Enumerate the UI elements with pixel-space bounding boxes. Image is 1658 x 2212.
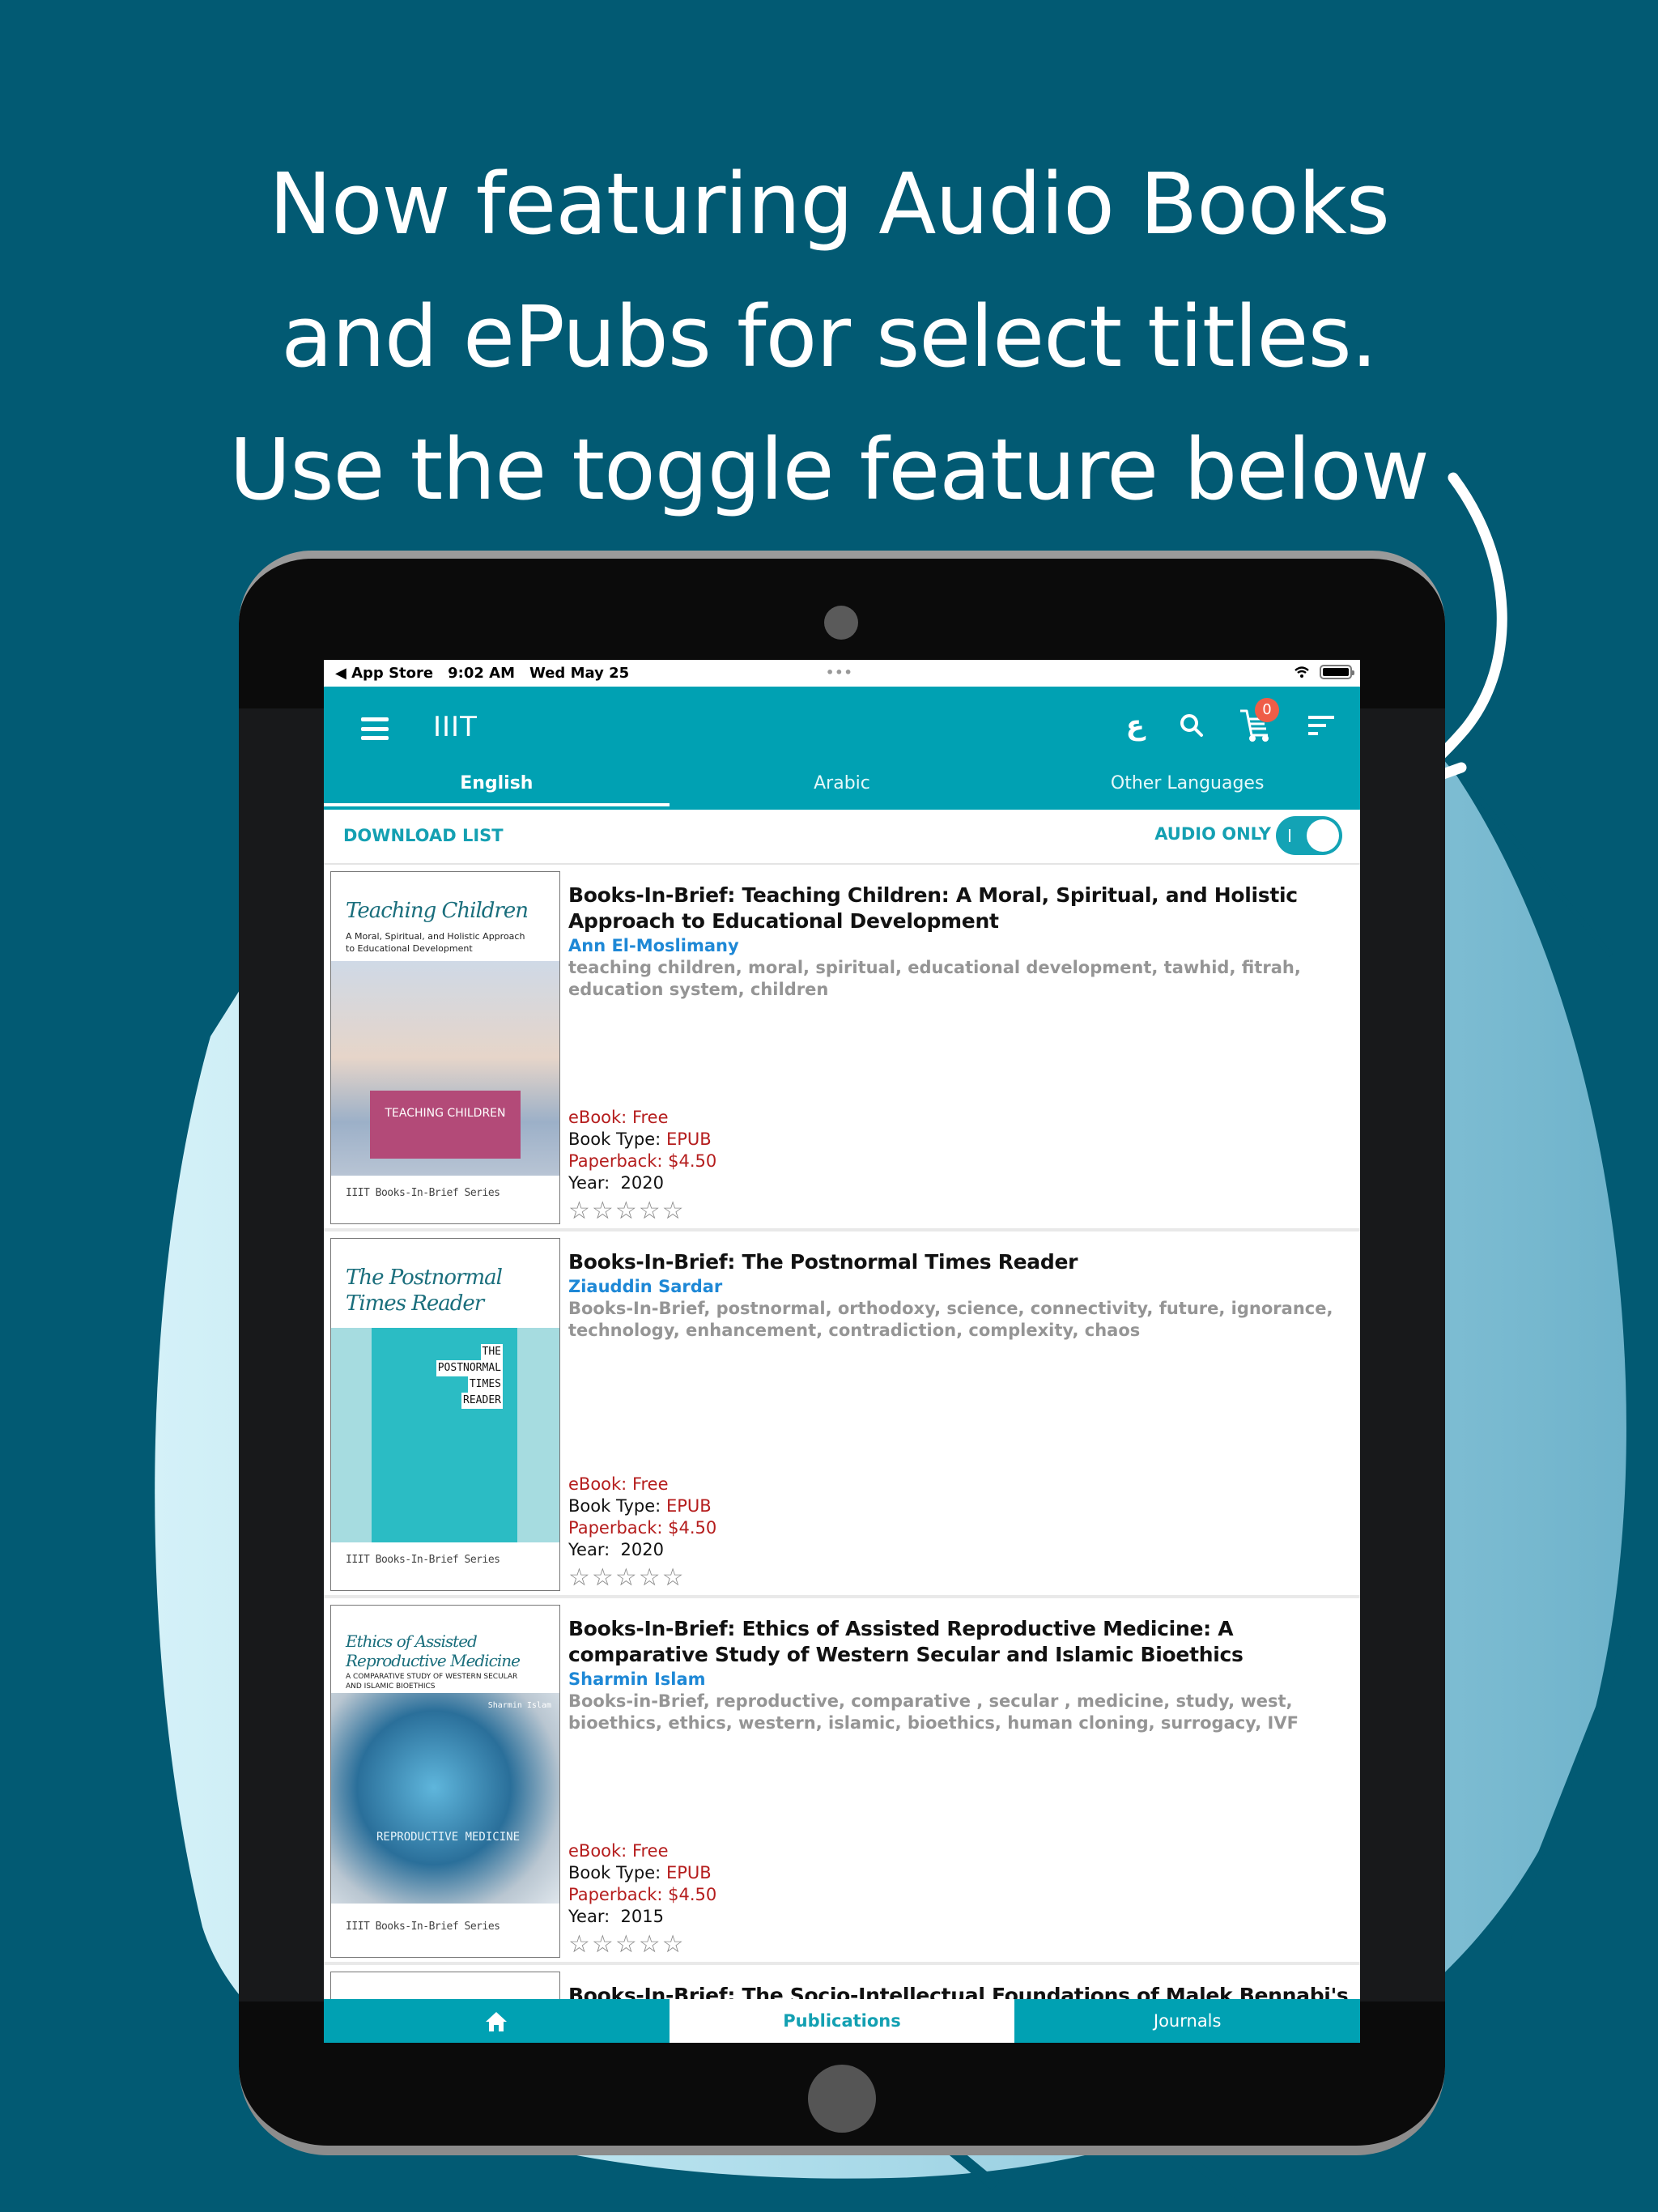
cover-title: Ethics of Assisted Reproductive Medicine <box>346 1631 521 1670</box>
status-date: Wed May 25 <box>529 665 630 682</box>
book-author[interactable]: Sharmin Islam <box>568 1668 1347 1691</box>
audio-only-label: AUDIO ONLY <box>1154 824 1271 844</box>
book-cover[interactable]: The Postnormal Times Reader THE POSTNORM… <box>330 1238 560 1591</box>
app-title: IIIT <box>433 711 478 743</box>
cover-series: IIIT Books-In-Brief Series <box>346 1554 500 1566</box>
book-type: Book Type: EPUB <box>568 1496 712 1516</box>
camera-icon <box>824 606 858 640</box>
list-actions-bar: DOWNLOAD LIST AUDIO ONLY <box>324 810 1360 865</box>
book-type: Book Type: EPUB <box>568 1129 712 1149</box>
cover-photo: TEACHING CHILDREN <box>331 961 559 1176</box>
star-icon[interactable]: ☆ <box>615 1566 637 1590</box>
paperback-price: Paperback: $4.50 <box>568 1151 717 1171</box>
nav-journals[interactable]: Journals <box>1014 1999 1360 2043</box>
book-title[interactable]: Books-In-Brief: Ethics of Assisted Repro… <box>568 1616 1347 1668</box>
star-icon[interactable]: ☆ <box>568 1933 590 1957</box>
tab-english[interactable]: English <box>324 764 670 810</box>
cover-photo: Sharmin Islam REPRODUCTIVE MEDICINE <box>331 1693 559 1904</box>
star-icon[interactable]: ☆ <box>568 1199 590 1223</box>
status-time: 9:02 AM <box>448 665 515 682</box>
battery-icon <box>1320 665 1354 679</box>
cover-art: THE POSTNORMAL TIMES READER <box>331 1328 559 1542</box>
book-tags: teaching children, moral, spiritual, edu… <box>568 958 1301 999</box>
star-rating[interactable]: ☆ ☆ ☆ ☆ ☆ <box>568 1199 716 1223</box>
wifi-icon <box>1295 666 1309 678</box>
paperback-price: Paperback: $4.50 <box>568 1518 717 1538</box>
headline-line-1: Now featuring Audio Books <box>269 155 1390 253</box>
nav-publications[interactable]: Publications <box>669 1999 1015 2043</box>
star-rating[interactable]: ☆ ☆ ☆ ☆ ☆ <box>568 1566 716 1590</box>
bottom-navigation: Publications Journals <box>324 1999 1360 2043</box>
star-icon[interactable]: ☆ <box>639 1199 661 1223</box>
cover-title: The Postnormal Times Reader <box>346 1266 503 1316</box>
book-title[interactable]: Books-In-Brief: Teaching Children: A Mor… <box>568 883 1347 934</box>
back-to-app-store[interactable]: ◀ App Store <box>335 665 433 682</box>
star-icon[interactable]: ☆ <box>639 1566 661 1590</box>
cover-series: IIIT Books-In-Brief Series <box>346 1921 500 1933</box>
nav-home[interactable] <box>324 1999 670 2043</box>
home-button[interactable] <box>808 2065 876 2133</box>
star-icon[interactable]: ☆ <box>615 1933 637 1957</box>
download-list-button[interactable]: DOWNLOAD LIST <box>343 826 504 845</box>
star-icon[interactable]: ☆ <box>592 1199 614 1223</box>
star-icon[interactable]: ☆ <box>662 1566 684 1590</box>
tab-other-languages[interactable]: Other Languages <box>1014 764 1360 810</box>
book-tags: Books-In-Brief, postnormal, orthodoxy, s… <box>568 1299 1333 1340</box>
book-cover[interactable]: Ethics of Assisted Reproductive Medicine… <box>330 1605 560 1958</box>
book-year: Year: 2020 <box>568 1540 664 1559</box>
language-tabs: English Arabic Other Languages <box>324 764 1360 810</box>
book-list-item[interactable]: Teaching Children A Moral, Spiritual, an… <box>324 865 1360 1231</box>
status-bar: ◀ App Store 9:02 AM Wed May 25 ••• <box>324 660 1360 687</box>
menu-icon[interactable] <box>361 717 389 740</box>
tab-arabic[interactable]: Arabic <box>670 764 1015 810</box>
book-author[interactable]: Ann El-Moslimany <box>568 934 1347 957</box>
book-author[interactable]: Ziauddin Sardar <box>568 1275 1347 1298</box>
home-icon <box>486 2012 508 2031</box>
ebook-price: eBook: Free <box>568 1841 669 1861</box>
cover-subtitle: A Moral, Spiritual, and Holistic Approac… <box>346 931 525 954</box>
cover-title: Teaching Children <box>346 899 529 923</box>
book-year: Year: 2020 <box>568 1173 664 1193</box>
app-header: IIIT ع 0 English Arabic Other Languages <box>324 687 1360 810</box>
star-icon[interactable]: ☆ <box>662 1199 684 1223</box>
book-list-item[interactable]: Ethics of Assisted Reproductive Medicine… <box>324 1598 1360 1965</box>
search-icon[interactable] <box>1179 713 1205 738</box>
book-tags: Books-in-Brief, reproductive, comparativ… <box>568 1691 1299 1733</box>
cart-count-badge: 0 <box>1255 698 1279 722</box>
book-title[interactable]: Books-In-Brief: The Postnormal Times Rea… <box>568 1249 1347 1275</box>
cover-band: TEACHING CHILDREN <box>370 1091 521 1159</box>
star-icon[interactable]: ☆ <box>639 1933 661 1957</box>
cart-button[interactable]: 0 <box>1239 698 1279 743</box>
paperback-price: Paperback: $4.50 <box>568 1885 717 1904</box>
star-rating[interactable]: ☆ ☆ ☆ ☆ ☆ <box>568 1933 716 1957</box>
cover-subtitle: A COMPARATIVE STUDY OF WESTERN SECULAR A… <box>346 1673 518 1691</box>
app-screen: ◀ App Store 9:02 AM Wed May 25 ••• IIIT … <box>324 660 1360 2043</box>
headline-line-2: and ePubs for select titles. <box>281 287 1377 386</box>
star-icon[interactable]: ☆ <box>615 1199 637 1223</box>
ebook-price: eBook: Free <box>568 1474 669 1494</box>
cover-series: IIIT Books-In-Brief Series <box>346 1187 500 1199</box>
book-cover[interactable]: Teaching Children A Moral, Spiritual, an… <box>330 871 560 1224</box>
star-icon[interactable]: ☆ <box>662 1933 684 1957</box>
language-icon[interactable]: ع <box>1126 709 1145 742</box>
ebook-price: eBook: Free <box>568 1108 669 1127</box>
star-icon[interactable]: ☆ <box>592 1933 614 1957</box>
star-icon[interactable]: ☆ <box>568 1566 590 1590</box>
sort-filter-icon[interactable] <box>1308 716 1336 735</box>
toggle-knob[interactable] <box>1307 819 1339 852</box>
book-year: Year: 2015 <box>568 1907 664 1926</box>
multitasking-dots-icon[interactable]: ••• <box>826 665 853 680</box>
book-type: Book Type: EPUB <box>568 1863 712 1882</box>
star-icon[interactable]: ☆ <box>592 1566 614 1590</box>
book-list-item[interactable]: The Postnormal Times Reader THE POSTNORM… <box>324 1231 1360 1598</box>
audio-only-toggle[interactable] <box>1276 816 1342 855</box>
